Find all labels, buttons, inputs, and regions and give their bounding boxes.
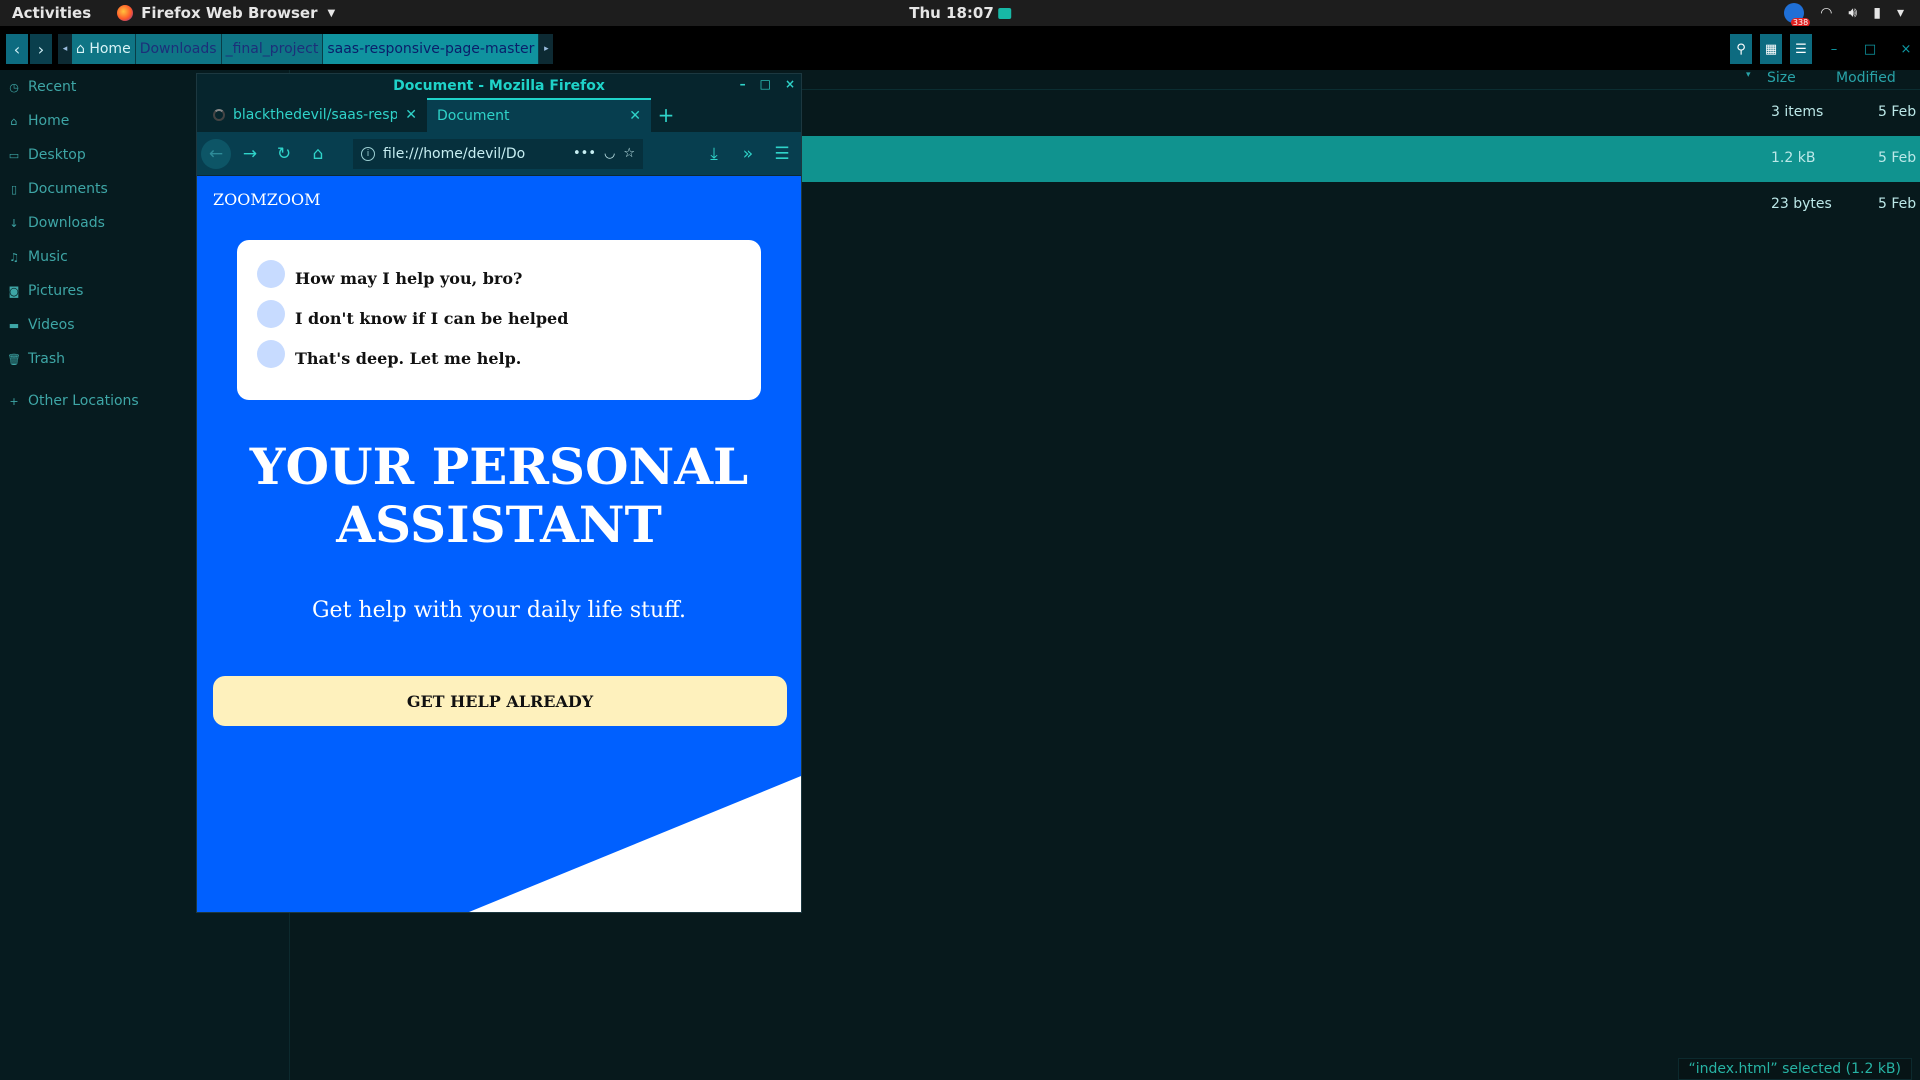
clock[interactable]: Thu 18:07 xyxy=(909,4,1011,22)
breadcrumb-home[interactable]: ⌂ Home xyxy=(72,34,136,64)
firefox-icon xyxy=(117,5,134,21)
menu-icon[interactable]: ☰ xyxy=(1790,34,1812,64)
tab-close-icon[interactable]: ✕ xyxy=(405,107,417,123)
system-menu-chevron-icon[interactable]: ▾ xyxy=(1897,5,1904,21)
sidebar-item-label: Downloads xyxy=(28,215,105,231)
breadcrumb: ◂ ⌂ Home Downloads _final_project saas-r… xyxy=(58,34,554,64)
sidebar-item-label: Home xyxy=(28,113,70,129)
navigation-toolbar: ← → ↻ ⌂ i file:///home/devil/Do ••• ◡ ☆ … xyxy=(197,132,801,176)
user-avatar-icon[interactable]: 338 xyxy=(1784,3,1811,27)
breadcrumb-downloads[interactable]: Downloads xyxy=(135,34,222,64)
file-modified: 5 Feb xyxy=(1878,196,1917,212)
window-titlebar[interactable]: Document - Mozilla Firefox – □ × xyxy=(197,74,801,98)
close-icon[interactable]: × xyxy=(785,77,795,91)
reload-icon[interactable]: ↻ xyxy=(269,139,299,169)
pocket-icon[interactable]: ◡ xyxy=(604,146,615,161)
sidebar-item-label: Pictures xyxy=(28,283,84,299)
tab-document[interactable]: Document ✕ xyxy=(427,98,651,132)
system-tray[interactable]: 338 ◠ 🔊︎ ▮ ▾ xyxy=(1784,3,1904,27)
breadcrumb-label: Home xyxy=(89,41,131,57)
file-modified: 5 Feb xyxy=(1878,104,1917,120)
decorative-wedge xyxy=(469,776,801,912)
app-menu[interactable]: Firefox Web Browser ▼ xyxy=(117,4,335,22)
tab-close-icon[interactable]: ✕ xyxy=(629,108,641,124)
sidebar-item-label: Recent xyxy=(28,79,77,95)
forward-arrow-icon[interactable]: › xyxy=(30,34,52,64)
volume-icon[interactable]: 🔊︎ xyxy=(1848,5,1857,21)
maximize-icon[interactable]: □ xyxy=(760,77,771,91)
url-text: file:///home/devil/Do xyxy=(383,145,526,162)
notification-icon xyxy=(997,7,1011,19)
sidebar-item-label: Videos xyxy=(28,317,75,333)
battery-icon[interactable]: ▮ xyxy=(1873,5,1881,21)
bookmark-star-icon[interactable]: ☆ xyxy=(623,146,635,161)
document-icon: ▯ xyxy=(10,182,18,196)
tab-label: Document xyxy=(437,108,510,124)
info-icon[interactable]: i xyxy=(361,146,375,161)
minimize-icon[interactable]: – xyxy=(740,77,746,91)
activities-button[interactable]: Activities xyxy=(12,4,91,22)
tab-label: blackthedevil/saas-respo xyxy=(233,107,398,123)
back-arrow-icon[interactable]: ‹ xyxy=(6,34,28,64)
home-icon: ⌂ xyxy=(10,114,18,128)
column-header-modified[interactable]: Modified xyxy=(1836,70,1896,86)
selection-status: “index.html” selected (1.2 kB) xyxy=(1677,1058,1912,1080)
download-icon: ↓ xyxy=(9,216,19,230)
sidebar-item-label: Documents xyxy=(28,181,108,197)
chevron-down-icon: ▼ xyxy=(327,7,336,19)
tab-github[interactable]: blackthedevil/saas-respo ✕ xyxy=(203,98,427,132)
top-bar: Activities Firefox Web Browser ▼ Thu 18:… xyxy=(0,0,1920,27)
window-controls: – □ × xyxy=(740,77,795,91)
file-modified: 5 Feb xyxy=(1878,150,1917,166)
url-bar[interactable]: i file:///home/devil/Do ••• ◡ ☆ xyxy=(353,138,643,169)
wifi-icon[interactable]: ◠ xyxy=(1820,5,1832,21)
white-wedge-shape xyxy=(469,776,801,912)
minimize-icon[interactable]: – xyxy=(1820,42,1848,57)
home-icon[interactable]: ⌂ xyxy=(303,139,333,169)
web-page: ZOOMZOOM How may I help you, bro? I don'… xyxy=(197,176,801,912)
download-icon[interactable]: ⤓ xyxy=(699,139,729,169)
clock-label: Thu 18:07 xyxy=(909,4,994,22)
window-title: Document - Mozilla Firefox xyxy=(393,78,605,94)
header-actions: ⚲ ▦ ☰ – □ × xyxy=(1730,34,1920,64)
home-icon: ⌂ xyxy=(76,41,85,57)
maximize-icon[interactable]: □ xyxy=(1856,42,1884,57)
breadcrumb-final-project[interactable]: _final_project xyxy=(221,34,324,64)
camera-icon: ◙ xyxy=(8,284,20,298)
trash-icon: 🗑︎ xyxy=(7,352,21,366)
new-tab-plus-icon[interactable]: + xyxy=(651,98,681,132)
search-icon[interactable]: ⚲ xyxy=(1730,34,1752,64)
clock-icon: ◷ xyxy=(9,80,19,94)
file-manager-headerbar: ‹ › ◂ ⌂ Home Downloads _final_project sa… xyxy=(0,26,1920,70)
breadcrumb-current-folder[interactable]: saas-responsive-page-master xyxy=(323,34,540,64)
overflow-chevron-icon[interactable]: » xyxy=(733,139,763,169)
video-icon: ▬ xyxy=(8,318,20,332)
sidebar-item-label: Music xyxy=(28,249,68,265)
sidebar-item-label: Desktop xyxy=(28,147,86,163)
scroll-left-icon[interactable]: ◂ xyxy=(58,34,72,64)
sidebar-item-label: Trash xyxy=(28,351,65,367)
app-menu-label: Firefox Web Browser xyxy=(141,4,318,22)
scroll-right-icon[interactable]: ▸ xyxy=(539,34,554,64)
tab-strip: blackthedevil/saas-respo ✕ Document ✕ + xyxy=(197,98,801,132)
sort-arrow-icon: ▾ xyxy=(1746,70,1751,80)
sidebar-item-label: Other Locations xyxy=(28,393,139,409)
file-size: 23 bytes xyxy=(1771,196,1832,212)
file-size: 1.2 kB xyxy=(1771,150,1816,166)
loading-spinner-icon xyxy=(213,109,225,121)
folder-icon: ▭ xyxy=(8,148,20,162)
plus-icon: + xyxy=(9,394,19,408)
file-size: 3 items xyxy=(1771,104,1824,120)
column-header-size[interactable]: Size xyxy=(1767,70,1796,86)
firefox-window: Document - Mozilla Firefox – □ × blackth… xyxy=(196,73,802,913)
back-arrow-icon[interactable]: ← xyxy=(201,138,231,169)
page-actions-icon[interactable]: ••• xyxy=(573,146,596,161)
music-icon: ♫ xyxy=(9,250,19,264)
close-icon[interactable]: × xyxy=(1892,42,1920,57)
grid-view-icon[interactable]: ▦ xyxy=(1760,34,1782,64)
hamburger-menu-icon[interactable]: ☰ xyxy=(767,139,797,169)
forward-arrow-icon[interactable]: → xyxy=(235,139,265,169)
